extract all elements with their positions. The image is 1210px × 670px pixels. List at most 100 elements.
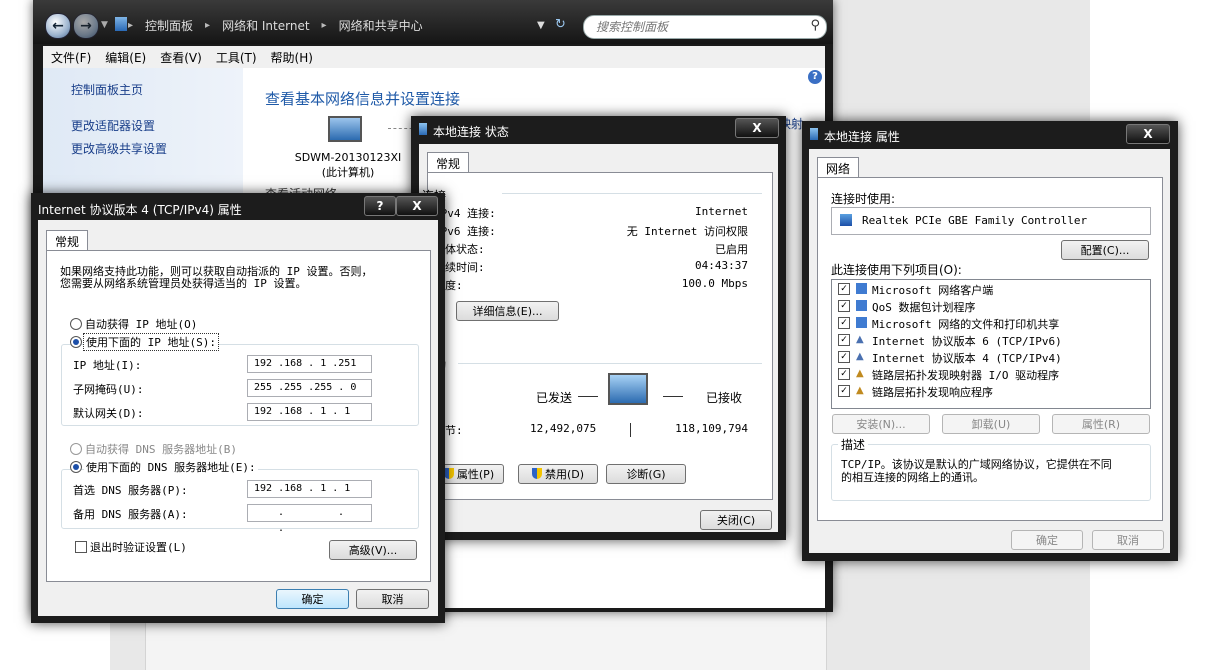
checkbox-checked[interactable]: ✓ <box>838 300 850 312</box>
connection-status-dialog: 本地连接 状态 X 常规 连接 IPv4 连接: Internet IPv6 连… <box>411 116 786 540</box>
refresh-icon[interactable]: ↻ <box>555 17 566 32</box>
breadcrumb-network-internet[interactable]: 网络和 Internet <box>218 17 313 34</box>
address-dropdown-icon[interactable]: ▼ <box>537 20 545 31</box>
preferred-dns-field[interactable]: 192 .168 . 1 . 1 <box>247 480 372 498</box>
bytes-sent-value: 12,492,075 <box>530 422 597 435</box>
disable-button[interactable]: 禁用(D) <box>518 464 598 484</box>
search-input[interactable] <box>594 19 798 35</box>
auto-dns-radio[interactable] <box>70 443 82 455</box>
install-button[interactable]: 安装(N)... <box>832 414 930 434</box>
details-button[interactable]: 详细信息(E)... <box>456 301 559 321</box>
menu-bar: 文件(F) 编辑(E) 查看(V) 工具(T) 帮助(H) <box>43 46 825 68</box>
ok-button[interactable]: 确定 <box>276 589 349 609</box>
description-line-2: 您需要从网络系统管理员处获得适当的 IP 设置。 <box>60 277 307 290</box>
chevron-right-icon[interactable]: ▸ <box>322 20 327 31</box>
alternate-dns-field[interactable]: . . . <box>247 504 372 534</box>
list-item-label: Microsoft 网络客户端 <box>872 284 994 297</box>
manual-ip-radio[interactable] <box>70 336 82 348</box>
chevron-right-icon[interactable]: ▸ <box>128 20 133 31</box>
manual-dns-radio[interactable] <box>70 461 82 473</box>
menu-view[interactable]: 查看(V) <box>160 49 202 66</box>
manual-dns-label[interactable]: 使用下面的 DNS 服务器地址(E): <box>84 459 258 475</box>
protocol-icon: ▲ <box>856 334 864 345</box>
network-adapter-icon <box>810 128 818 140</box>
close-icon[interactable]: X <box>1126 124 1170 144</box>
help-icon[interactable]: ? <box>364 196 396 216</box>
link-change-advanced-sharing[interactable]: 更改高级共享设置 <box>71 140 167 157</box>
menu-tools[interactable]: 工具(T) <box>216 49 257 66</box>
computer-name: SDWM-20130123XI (此计算机) <box>283 150 413 180</box>
checkbox-checked[interactable]: ✓ <box>838 385 850 397</box>
search-box[interactable]: ⚲ <box>583 15 827 39</box>
tab-general[interactable]: 常规 <box>427 152 470 174</box>
breadcrumb-network-sharing-center[interactable]: 网络和共享中心 <box>335 17 427 34</box>
dialog-body: 常规 如果网络支持此功能，则可以获取自动指派的 IP 设置。否则， 您需要从网络… <box>38 220 438 616</box>
disable-button-label: 禁用(D) <box>544 468 585 481</box>
menu-file[interactable]: 文件(F) <box>51 49 91 66</box>
tab-panel: 连接 IPv4 连接: Internet IPv6 连接: 无 Internet… <box>422 172 773 500</box>
list-item[interactable]: ✓ Microsoft 网络的文件和打印机共享 <box>832 314 1150 331</box>
close-icon[interactable]: X <box>735 118 779 138</box>
list-item-label: Microsoft 网络的文件和打印机共享 <box>872 318 1060 331</box>
dialog-body: 常规 连接 IPv4 连接: Internet IPv6 连接: 无 Inter… <box>419 144 778 532</box>
configure-button[interactable]: 配置(C)... <box>1061 240 1149 260</box>
description-group-label: 描述 <box>838 436 869 453</box>
divider <box>502 193 762 194</box>
breadcrumb-control-panel[interactable]: 控制面板 <box>141 17 197 34</box>
cancel-button[interactable]: 取消 <box>356 589 429 609</box>
ipv4-properties-dialog: Internet 协议版本 4 (TCP/IPv4) 属性 ? X 常规 如果网… <box>31 193 445 623</box>
menu-edit[interactable]: 编辑(E) <box>105 49 146 66</box>
checkbox-checked[interactable]: ✓ <box>838 334 850 346</box>
service-icon <box>856 300 867 311</box>
help-icon[interactable]: ? <box>808 70 822 84</box>
checkbox-checked[interactable]: ✓ <box>838 317 850 329</box>
auto-ip-label[interactable]: 自动获得 IP 地址(O) <box>85 316 197 332</box>
list-item[interactable]: ✓ QoS 数据包计划程序 <box>832 297 1150 314</box>
subnet-mask-label: 子网掩码(U): <box>73 383 144 396</box>
ipv6-connectivity-value: 无 Internet 访问权限 <box>626 225 748 238</box>
computer-name-sub: (此计算机) <box>321 166 375 179</box>
default-gateway-field[interactable]: 192 .168 . 1 . 1 <box>247 403 372 421</box>
forward-icon[interactable]: → <box>73 13 99 39</box>
close-icon[interactable]: X <box>396 196 438 216</box>
checkbox-checked[interactable]: ✓ <box>838 351 850 363</box>
cancel-button[interactable]: 取消 <box>1092 530 1164 550</box>
properties-button-label: 属性(P) <box>456 468 495 481</box>
manual-ip-label[interactable]: 使用下面的 IP 地址(S): <box>83 333 219 351</box>
alternate-dns-label: 备用 DNS 服务器(A): <box>73 508 188 521</box>
ip-address-field[interactable]: 192 .168 . 1 .251 <box>247 355 372 373</box>
uac-shield-icon <box>443 468 454 479</box>
menu-help[interactable]: 帮助(H) <box>271 49 313 66</box>
checkbox-checked[interactable]: ✓ <box>838 283 850 295</box>
auto-dns-label[interactable]: 自动获得 DNS 服务器地址(B) <box>85 441 237 457</box>
duration-value: 04:43:37 <box>695 259 748 272</box>
advanced-button[interactable]: 高级(V)... <box>329 540 417 560</box>
ok-button[interactable]: 确定 <box>1011 530 1083 550</box>
tab-panel: 如果网络支持此功能，则可以获取自动指派的 IP 设置。否则， 您需要从网络系统管… <box>46 250 431 582</box>
diagnose-button[interactable]: 诊断(G) <box>606 464 686 484</box>
computer-icon <box>328 116 362 142</box>
sent-label: 已发送 <box>536 391 573 405</box>
link-control-panel-home[interactable]: 控制面板主页 <box>71 81 143 98</box>
chevron-right-icon[interactable]: ▸ <box>205 20 210 31</box>
search-icon[interactable]: ⚲ <box>810 18 820 33</box>
subnet-mask-field[interactable]: 255 .255 .255 . 0 <box>247 379 372 397</box>
validate-checkbox[interactable] <box>75 541 87 553</box>
list-item[interactable]: ✓ ▲ Internet 协议版本 4 (TCP/IPv4) <box>832 348 1150 365</box>
dialog-title: Internet 协议版本 4 (TCP/IPv4) 属性 <box>38 203 242 217</box>
list-item[interactable]: ✓ ▲ 链路层拓扑发现响应程序 <box>832 382 1150 399</box>
list-item[interactable]: ✓ Microsoft 网络客户端 <box>832 280 1150 297</box>
list-item[interactable]: ✓ ▲ Internet 协议版本 6 (TCP/IPv6) <box>832 331 1150 348</box>
close-button[interactable]: 关闭(C) <box>700 510 772 530</box>
auto-ip-radio[interactable] <box>70 318 82 330</box>
tab-general[interactable]: 常规 <box>46 230 89 252</box>
uninstall-button[interactable]: 卸载(U) <box>942 414 1040 434</box>
component-properties-button[interactable]: 属性(R) <box>1052 414 1150 434</box>
validate-label[interactable]: 退出时验证设置(L) <box>90 539 187 555</box>
back-icon[interactable]: ← <box>45 13 71 39</box>
tab-networking[interactable]: 网络 <box>817 157 860 179</box>
recent-pages-dropdown-icon[interactable]: ▼ <box>101 20 108 30</box>
link-change-adapter-settings[interactable]: 更改适配器设置 <box>71 117 155 134</box>
list-item[interactable]: ✓ ▲ 链路层拓扑发现映射器 I/O 驱动程序 <box>832 365 1150 382</box>
checkbox-checked[interactable]: ✓ <box>838 368 850 380</box>
